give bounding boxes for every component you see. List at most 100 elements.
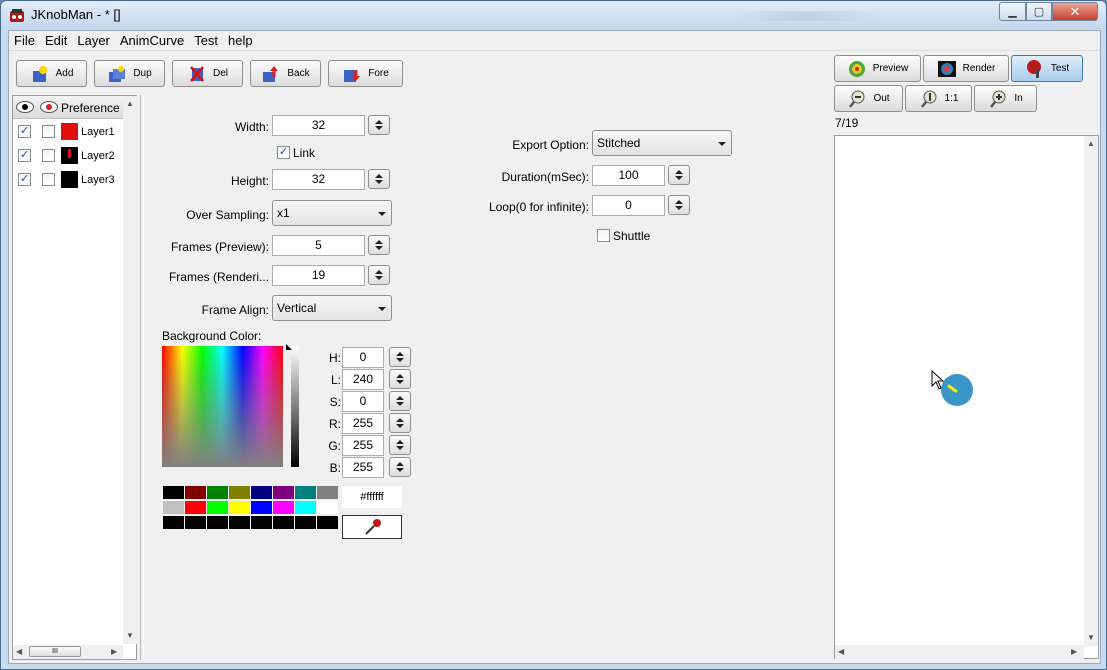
height-field[interactable]: 32 — [272, 169, 365, 190]
r-field[interactable]: 255 — [342, 413, 384, 434]
color-swatch[interactable] — [229, 516, 250, 529]
layer-solo-checkbox[interactable] — [42, 173, 55, 186]
preview-canvas[interactable]: ▲ ▼ ◀ ▶ — [834, 135, 1099, 659]
color-swatch[interactable] — [163, 516, 184, 529]
scroll-right-arrow-icon[interactable]: ▶ — [111, 647, 117, 656]
fore-button[interactable]: Fore — [328, 60, 403, 87]
color-swatch[interactable] — [207, 516, 228, 529]
preview-button[interactable]: Preview — [834, 55, 921, 82]
link-checkbox[interactable]: ✓ — [277, 146, 290, 159]
scroll-up-arrow-icon[interactable]: ▲ — [126, 99, 134, 108]
color-swatch[interactable] — [185, 486, 206, 499]
color-swatch[interactable] — [273, 501, 294, 514]
h-field[interactable]: 0 — [342, 347, 384, 368]
menu-layer[interactable]: Layer — [72, 31, 115, 50]
knob-preview[interactable] — [941, 374, 973, 406]
color-swatch[interactable] — [185, 501, 206, 514]
hex-color-value[interactable]: #ffffff — [342, 486, 402, 508]
scroll-down-arrow-icon[interactable]: ▼ — [126, 631, 134, 640]
b-field[interactable]: 255 — [342, 457, 384, 478]
layer-solo-checkbox[interactable] — [42, 149, 55, 162]
layer-horizontal-scrollbar[interactable]: ◀ III ▶ — [13, 645, 123, 659]
r-spinner[interactable] — [389, 413, 411, 433]
layer-visible-checkbox[interactable]: ✓ — [18, 125, 31, 138]
loop-spinner[interactable] — [668, 195, 690, 215]
zoom-out-button[interactable]: Out — [834, 85, 903, 112]
loop-field[interactable]: 0 — [592, 195, 665, 216]
duration-spinner[interactable] — [668, 165, 690, 185]
zoom-actual-button[interactable]: 1:1 — [905, 85, 972, 112]
duration-field[interactable]: 100 — [592, 165, 665, 186]
preview-vertical-scrollbar[interactable]: ▲ ▼ — [1084, 136, 1098, 646]
width-spinner[interactable] — [368, 115, 390, 135]
menu-help[interactable]: help — [223, 31, 258, 50]
del-button[interactable]: Del — [172, 60, 243, 87]
close-button[interactable]: ✕ — [1052, 2, 1098, 21]
color-swatch[interactable] — [273, 516, 294, 529]
layer-vertical-scrollbar[interactable]: ▲ ▼ — [123, 96, 137, 644]
l-spinner[interactable] — [389, 369, 411, 389]
h-spinner[interactable] — [389, 347, 411, 367]
back-button[interactable]: Back — [250, 60, 321, 87]
b-spinner[interactable] — [389, 457, 411, 477]
color-swatch[interactable] — [317, 486, 338, 499]
color-swatch[interactable] — [229, 501, 250, 514]
color-swatch[interactable] — [207, 501, 228, 514]
height-spinner[interactable] — [368, 169, 390, 189]
l-field[interactable]: 240 — [342, 369, 384, 390]
export-option-select[interactable]: Stitched — [592, 130, 732, 156]
layer-solo-checkbox[interactable] — [42, 125, 55, 138]
color-swatch[interactable] — [163, 486, 184, 499]
frame-align-select[interactable]: Vertical — [272, 295, 392, 321]
color-swatch[interactable] — [251, 486, 272, 499]
menu-file[interactable]: File — [9, 31, 40, 50]
g-spinner[interactable] — [389, 435, 411, 455]
frames-render-field[interactable]: 19 — [272, 265, 365, 286]
layer-row[interactable]: ✓ Layer2 — [13, 145, 124, 167]
s-spinner[interactable] — [389, 391, 411, 411]
scroll-up-arrow-icon[interactable]: ▲ — [1087, 139, 1095, 148]
zoom-in-button[interactable]: In — [974, 85, 1037, 112]
title-bar[interactable]: JKnobMan - * [] ▁ ▢ ✕ — [1, 1, 1106, 29]
scroll-left-arrow-icon[interactable]: ◀ — [16, 647, 22, 656]
frames-preview-field[interactable]: 5 — [272, 235, 365, 256]
preview-horizontal-scrollbar[interactable]: ◀ ▶ — [835, 645, 1084, 659]
maximize-button[interactable]: ▢ — [1026, 2, 1052, 21]
color-swatch[interactable] — [273, 486, 294, 499]
eyedropper-button[interactable] — [342, 515, 402, 539]
scroll-right-arrow-icon[interactable]: ▶ — [1071, 647, 1077, 656]
scroll-down-arrow-icon[interactable]: ▼ — [1087, 633, 1095, 642]
color-swatch[interactable] — [317, 516, 338, 529]
s-field[interactable]: 0 — [342, 391, 384, 412]
layer-visible-checkbox[interactable]: ✓ — [18, 149, 31, 162]
render-button[interactable]: Render — [923, 55, 1009, 82]
preference-item[interactable]: Preference — [61, 101, 120, 115]
test-button[interactable]: Test — [1011, 55, 1083, 82]
color-swatch[interactable] — [207, 486, 228, 499]
dup-button[interactable]: Dup — [94, 60, 165, 87]
layer-header-row[interactable]: Preference — [13, 96, 124, 119]
shuttle-checkbox[interactable] — [597, 229, 610, 242]
layer-visible-checkbox[interactable]: ✓ — [18, 173, 31, 186]
layer-row[interactable]: ✓ Layer1 — [13, 121, 124, 143]
panel-divider[interactable] — [140, 95, 144, 660]
color-swatch[interactable] — [229, 486, 250, 499]
color-swatch[interactable] — [317, 501, 338, 514]
scroll-left-arrow-icon[interactable]: ◀ — [838, 647, 844, 656]
width-field[interactable]: 32 — [272, 115, 365, 136]
frames-preview-spinner[interactable] — [368, 235, 390, 255]
menu-edit[interactable]: Edit — [40, 31, 72, 50]
solo-eye-icon[interactable] — [40, 101, 58, 113]
minimize-button[interactable]: ▁ — [999, 2, 1026, 21]
color-swatch[interactable] — [251, 516, 272, 529]
color-swatch[interactable] — [185, 516, 206, 529]
g-field[interactable]: 255 — [342, 435, 384, 456]
lightness-slider[interactable] — [291, 346, 299, 467]
color-spectrum[interactable] — [162, 346, 283, 467]
color-swatch[interactable] — [295, 501, 316, 514]
oversampling-select[interactable]: x1 — [272, 200, 392, 226]
color-swatch[interactable] — [295, 486, 316, 499]
visibility-eye-icon[interactable] — [16, 101, 34, 113]
scroll-thumb[interactable]: III — [29, 646, 81, 657]
color-swatch[interactable] — [251, 501, 272, 514]
